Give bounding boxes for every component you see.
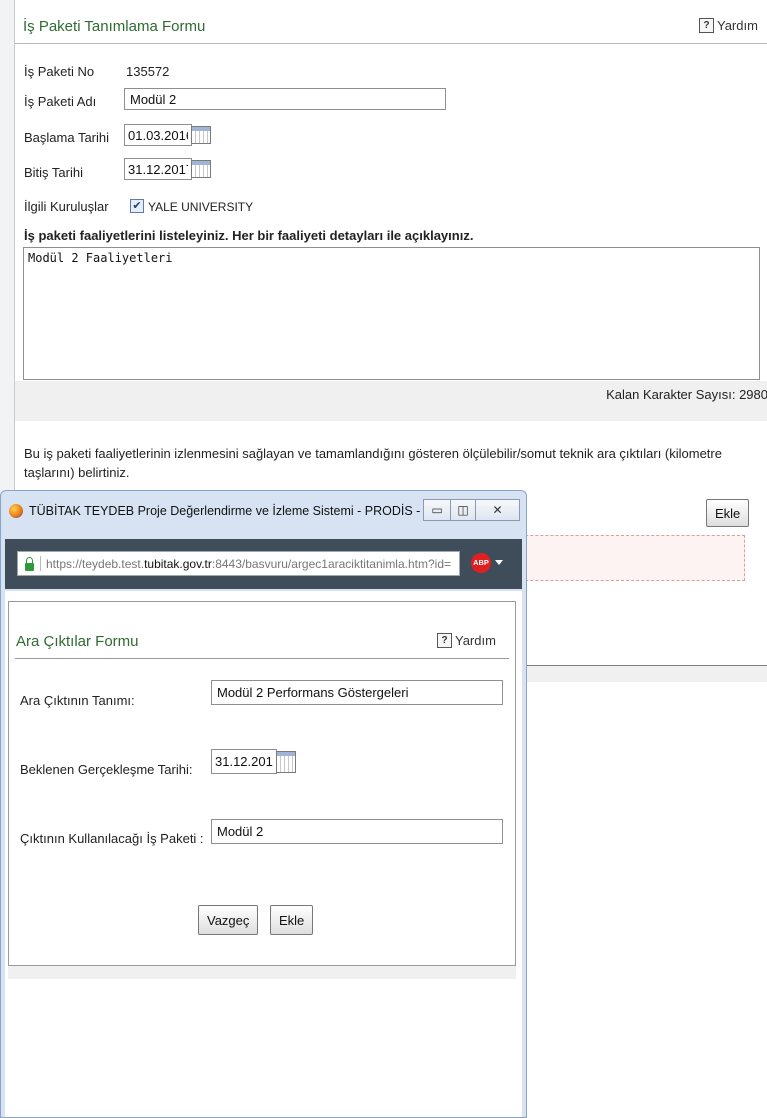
url-separator xyxy=(40,556,41,571)
start-date-input[interactable] xyxy=(124,124,192,146)
milestone-list-area xyxy=(500,535,745,581)
outputs-title-divider xyxy=(15,658,509,659)
package-name-label: İş Paketi Adı xyxy=(24,94,97,109)
help-label: Yardım xyxy=(717,18,758,33)
popup-window: TÜBİTAK TEYDEB Proje Değerlendirme ve İz… xyxy=(0,490,527,1118)
url-prefix: https://teydeb.test. xyxy=(46,556,145,571)
package-used-label: Çıktının Kullanılacağı İş Paketi : xyxy=(20,831,204,846)
outputs-footer-band xyxy=(8,966,516,979)
start-date-field xyxy=(124,124,211,146)
lock-icon xyxy=(25,556,34,571)
help-question-icon: ? xyxy=(699,18,714,33)
title-divider xyxy=(15,43,767,44)
address-bar: https://teydeb.test. tubitak.gov.tr:8443/… xyxy=(5,539,522,589)
maximize-button[interactable]: ◫ xyxy=(450,499,476,521)
minimize-button[interactable]: ▭ xyxy=(423,499,451,521)
end-date-label: Bitiş Tarihi xyxy=(24,165,84,180)
add-output-button[interactable]: Ekle xyxy=(270,905,314,935)
calendar-icon[interactable] xyxy=(191,126,211,144)
expected-date-field xyxy=(211,749,296,774)
institution-checkbox[interactable]: ✔ xyxy=(130,199,144,213)
package-used-input[interactable] xyxy=(211,819,503,844)
end-date-field xyxy=(124,158,211,180)
milestone-instruction: Bu iş paketi faaliyetlerinin izlenmesini… xyxy=(24,446,722,480)
package-no-value: 135572 xyxy=(126,64,170,79)
outputs-form: Ara Çıktılar Formu ? Yardım Ara Çıktının… xyxy=(8,601,516,966)
activities-textarea[interactable]: Modül 2 Faaliyetleri xyxy=(23,247,760,380)
end-date-input[interactable] xyxy=(124,158,192,180)
adblock-icon[interactable]: ABP xyxy=(471,553,491,573)
help-link[interactable]: ? Yardım xyxy=(699,18,758,33)
expected-date-input[interactable] xyxy=(211,749,277,774)
institution-name: YALE UNIVERSITY xyxy=(148,200,254,214)
form-title: İş Paketi Tanımlama Formu xyxy=(23,18,206,35)
popup-window-title: TÜBİTAK TEYDEB Proje Değerlendirme ve İz… xyxy=(29,504,435,518)
output-definition-input[interactable] xyxy=(211,680,503,705)
url-suffix: :8443/basvuru/argec1araciktitanimla.htm?… xyxy=(211,556,452,571)
firefox-icon xyxy=(9,504,23,518)
add-milestone-button[interactable]: Ekle xyxy=(706,499,750,527)
remaining-char-count: Kalan Karakter Sayısı: 2980 xyxy=(606,387,767,402)
cancel-button[interactable]: Vazgeç xyxy=(198,905,259,935)
popup-titlebar[interactable]: TÜBİTAK TEYDEB Proje Değerlendirme ve İz… xyxy=(1,491,526,533)
calendar-icon[interactable] xyxy=(191,160,211,178)
url-domain: tubitak.gov.tr xyxy=(144,556,212,571)
activities-label: İş paketi faaliyetlerini listeleyiniz. H… xyxy=(24,228,474,243)
expected-date-label: Beklenen Gerçekleşme Tarihi: xyxy=(20,762,193,777)
package-no-label: İş Paketi No xyxy=(24,64,95,79)
output-definition-label: Ara Çıktının Tanımı: xyxy=(20,693,135,708)
close-button[interactable]: ✕ xyxy=(475,499,520,521)
start-date-label: Başlama Tarihi xyxy=(24,130,110,145)
help-link[interactable]: ? Yardım xyxy=(437,633,496,648)
institutions-label: İlgili Kuruluşlar xyxy=(24,199,109,214)
popup-body: Ara Çıktılar Formu ? Yardım Ara Çıktının… xyxy=(5,591,522,1117)
package-name-input[interactable] xyxy=(124,88,446,110)
chevron-down-icon[interactable] xyxy=(495,560,503,565)
outputs-form-title: Ara Çıktılar Formu xyxy=(16,633,139,650)
calendar-icon[interactable] xyxy=(276,750,296,773)
help-label: Yardım xyxy=(455,633,496,648)
url-input[interactable]: https://teydeb.test. tubitak.gov.tr:8443/… xyxy=(17,551,460,576)
help-question-icon: ? xyxy=(437,633,452,648)
